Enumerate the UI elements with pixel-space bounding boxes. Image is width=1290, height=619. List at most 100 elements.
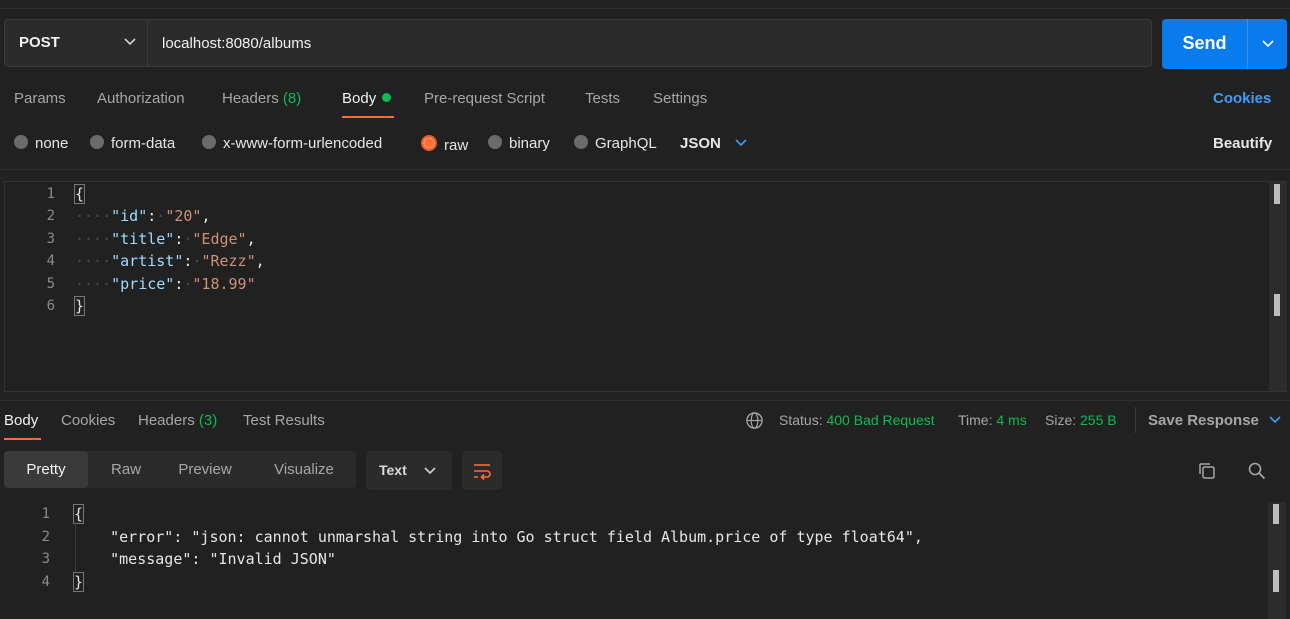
tab-body[interactable]: Body (342, 90, 392, 107)
line-number: 1 (41, 506, 50, 522)
beautify-button[interactable]: Beautify (1213, 135, 1272, 152)
json-key: "price" (111, 275, 175, 293)
save-response-button[interactable]: Save Response (1148, 412, 1281, 429)
line-number: 2 (46, 208, 55, 224)
line-number: 3 (46, 231, 55, 247)
url-text: localhost:8080/albums (162, 35, 312, 52)
chevron-down-icon (124, 38, 136, 46)
json-key: "artist" (111, 252, 184, 270)
radio-binary[interactable]: binary (488, 135, 550, 152)
tab-settings[interactable]: Settings (653, 90, 707, 107)
radio-circle (14, 135, 28, 149)
json-value: "20" (165, 207, 202, 225)
search-icon[interactable] (1247, 461, 1267, 481)
top-divider (0, 8, 1290, 9)
chevron-down-icon (424, 467, 436, 475)
close-brace: } (73, 296, 86, 316)
time-value[interactable]: 4 ms (996, 412, 1026, 428)
response-tab-headers[interactable]: Headers (3) (138, 412, 217, 429)
tab-authorization[interactable]: Authorization (97, 90, 185, 107)
wrap-lines-button[interactable] (462, 451, 502, 490)
format-select[interactable]: Text (366, 451, 452, 490)
time-label: Time: (958, 412, 993, 428)
size-info: Size: 255 B (1045, 412, 1117, 428)
code-line: ····"title":·"Edge", (75, 230, 256, 248)
tab-headers-label: Headers (222, 90, 279, 107)
tab-body-label: Body (342, 90, 377, 107)
code-line: } (72, 572, 85, 592)
radio-graphql-label: GraphQL (595, 135, 657, 152)
view-preview[interactable]: Preview (164, 451, 246, 488)
response-tab-body[interactable]: Body (4, 412, 38, 429)
radio-form-data[interactable]: form-data (90, 135, 175, 152)
response-tab-test-results[interactable]: Test Results (243, 412, 325, 429)
open-brace: { (73, 184, 86, 204)
tab-tests[interactable]: Tests (585, 90, 620, 107)
json-comma: , (246, 230, 256, 248)
response-headers-label: Headers (138, 412, 195, 429)
send-options-button[interactable] (1247, 19, 1287, 69)
send-button[interactable]: Send (1162, 19, 1247, 69)
size-label: Size: (1045, 412, 1077, 428)
radio-binary-label: binary (509, 135, 550, 152)
open-brace: { (72, 504, 85, 524)
tab-params[interactable]: Params (14, 90, 66, 107)
view-raw[interactable]: Raw (88, 451, 164, 488)
size-value[interactable]: 255 B (1080, 412, 1117, 428)
scrollbar-thumb[interactable] (1274, 184, 1280, 204)
cookies-link[interactable]: Cookies (1213, 90, 1271, 107)
response-tab-cookies[interactable]: Cookies (61, 412, 115, 429)
scrollbar-marker (1274, 294, 1280, 316)
close-brace: } (72, 572, 85, 592)
view-visualize[interactable]: Visualize (246, 451, 362, 488)
scrollbar-thumb[interactable] (1273, 504, 1279, 524)
language-select[interactable]: JSON (680, 135, 747, 152)
chevron-down-icon (735, 139, 747, 147)
line-number: 6 (46, 298, 55, 314)
radio-none[interactable]: none (14, 135, 68, 152)
code-line-message: "message": "Invalid JSON" (74, 550, 336, 568)
json-value: "Rezz" (201, 252, 256, 270)
radio-circle (202, 135, 216, 149)
radio-circle (488, 135, 502, 149)
scrollbar-marker (1273, 570, 1279, 592)
chevron-down-icon (1262, 40, 1274, 48)
json-comma: , (201, 207, 211, 225)
send-label: Send (1182, 33, 1227, 53)
radio-urlencoded[interactable]: x-www-form-urlencoded (202, 135, 382, 152)
save-response-label: Save Response (1148, 412, 1259, 429)
view-mode-switcher: Pretty Raw Preview Visualize (4, 451, 356, 488)
copy-icon[interactable] (1197, 461, 1217, 481)
headers-count: (8) (282, 90, 302, 107)
globe-icon[interactable] (745, 411, 764, 430)
tab-headers[interactable]: Headers (8) (222, 90, 301, 107)
radio-raw-label: raw (444, 137, 469, 154)
url-input[interactable]: localhost:8080/albums (148, 19, 1152, 67)
chevron-down-icon (1269, 416, 1281, 424)
method-select[interactable]: POST (4, 19, 148, 67)
tab-pre-request-script[interactable]: Pre-request Script (424, 90, 545, 107)
status-separator (1135, 407, 1136, 433)
radio-urlencoded-label: x-www-form-urlencoded (223, 135, 383, 152)
editor-scrollbar[interactable] (1269, 182, 1287, 391)
indent-guide (75, 522, 76, 572)
view-pretty[interactable]: Pretty (4, 451, 88, 488)
status-label: Status: (779, 412, 823, 428)
line-number: 3 (41, 551, 50, 567)
request-body-editor[interactable]: 1 2 3 4 5 6 { ····"id":·"20", ····"title… (4, 181, 1287, 392)
line-number: 1 (46, 186, 55, 202)
language-label: JSON (680, 135, 721, 152)
status-value[interactable]: 400 Bad Request (826, 412, 934, 428)
code-line-error: "error": "json: cannot unmarshal string … (74, 528, 923, 546)
radio-raw[interactable]: raw (421, 135, 468, 154)
method-label: POST (19, 34, 60, 51)
radio-graphql[interactable]: GraphQL (574, 135, 657, 152)
code-line: ····"id":·"20", (75, 207, 211, 225)
response-headers-count: (3) (198, 412, 218, 429)
code-line: { (73, 184, 86, 204)
line-number: 4 (46, 253, 55, 269)
code-line: ····"artist":·"Rezz", (75, 252, 265, 270)
json-value: "18.99" (192, 275, 256, 293)
response-body-viewer[interactable]: 1 2 3 4 { "error": "json: cannot unmarsh… (4, 502, 1287, 619)
code-line: } (73, 296, 86, 316)
